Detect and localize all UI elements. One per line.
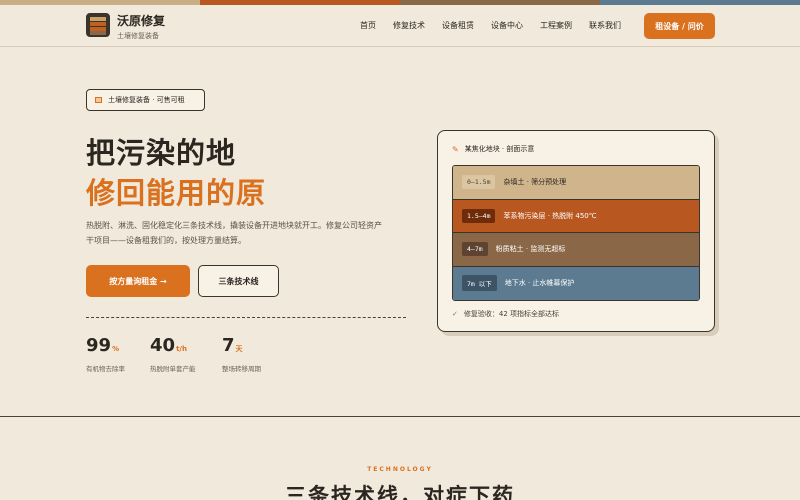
stat-unit: t/h xyxy=(176,345,187,353)
section-divider xyxy=(0,416,800,417)
nav-item-equipment[interactable]: 设备中心 xyxy=(491,20,523,31)
layer-text: 地下水 · 止水帷幕保护 xyxy=(504,279,575,288)
dashed-divider xyxy=(86,317,406,318)
acceptance-note: ✓ 修复验收：42 项指标全部达标 xyxy=(452,309,559,319)
section-title: 三条技术线，对症下药 xyxy=(285,484,515,500)
soil-layer: 7m 以下 地下水 · 止水帷幕保护 xyxy=(453,266,699,300)
badge-icon xyxy=(95,97,102,103)
soil-layer: 0–1.5m 杂填土 · 筛分预处理 xyxy=(453,166,699,200)
soil-layers-icon[interactable] xyxy=(86,13,110,37)
card-title: ✎ 某焦化地块 · 剖面示意 xyxy=(452,144,534,154)
rent-inquiry-button[interactable]: 租设备 / 问价 xyxy=(644,13,715,39)
hero-title-line1: 把污染的地 xyxy=(86,136,237,170)
hero-description: 热脱附、淋洗、固化稳定化三条技术线，撬装设备开进地块就开工。修复公司轻资产干项目… xyxy=(86,221,382,245)
hero-title-line2: 修回能用的原 xyxy=(86,176,267,210)
stat-capacity: 40t/h 热脱附单套产能 xyxy=(150,335,196,373)
soil-profile-card: ✎ 某焦化地块 · 剖面示意 0–1.5m 杂填土 · 筛分预处理 1.5–4m… xyxy=(437,130,715,332)
layer-text: 苯系物污染层 · 热脱附 450℃ xyxy=(503,211,597,220)
hero-badge-text: 土壤修复装备 · 可售可租 xyxy=(108,96,185,104)
check-icon: ✓ xyxy=(452,310,458,318)
stat-label: 整场转移周期 xyxy=(222,365,261,373)
soil-layers: 0–1.5m 杂填土 · 筛分预处理 1.5–4m 苯系物污染层 · 热脱附 4… xyxy=(452,165,700,301)
nav-item-home[interactable]: 首页 xyxy=(360,20,376,31)
stat-removal-rate: 99% 有机物去除率 xyxy=(86,335,125,373)
stat-value: 7 xyxy=(222,335,235,356)
nav-item-contact[interactable]: 联系我们 xyxy=(589,20,621,31)
depth-tag: 4–7m xyxy=(462,242,488,257)
section-eyebrow: TECHNOLOGY xyxy=(367,466,433,473)
soil-layer: 1.5–4m 苯系物污染层 · 热脱附 450℃ xyxy=(453,199,699,233)
main-nav: 首页 修复技术 设备租赁 设备中心 工程案例 联系我们 xyxy=(360,20,638,31)
stat-unit: 天 xyxy=(235,345,243,353)
nav-item-technology[interactable]: 修复技术 xyxy=(393,20,425,31)
nav-item-cases[interactable]: 工程案例 xyxy=(540,20,572,31)
stat-transfer-cycle: 7天 整场转移周期 xyxy=(222,335,261,373)
quote-by-volume-button[interactable]: 按方量询租金 → xyxy=(86,265,190,297)
stat-unit: % xyxy=(112,345,120,353)
acceptance-text: 修复验收：42 项指标全部达标 xyxy=(463,310,560,318)
brand-subtitle: 土壤修复装备 xyxy=(117,32,159,40)
site-header: 沃原修复 土壤修复装备 首页 修复技术 设备租赁 设备中心 工程案例 联系我们 … xyxy=(0,5,800,47)
card-title-text: 某焦化地块 · 剖面示意 xyxy=(464,145,535,153)
depth-tag: 0–1.5m xyxy=(462,175,496,190)
brand-name[interactable]: 沃原修复 xyxy=(117,12,165,29)
stat-label: 有机物去除率 xyxy=(86,365,125,373)
pin-icon: ✎ xyxy=(452,144,459,154)
stat-value: 40 xyxy=(150,335,176,356)
soil-layer: 4–7m 粉质粘土 · 监测无超标 xyxy=(453,233,699,267)
stat-label: 热脱附单套产能 xyxy=(150,365,196,373)
layer-text: 粉质粘土 · 监测无超标 xyxy=(495,245,566,254)
stat-value: 99 xyxy=(86,335,112,356)
nav-item-rental[interactable]: 设备租赁 xyxy=(442,20,474,31)
depth-tag: 1.5–4m xyxy=(462,208,496,223)
tech-lines-button[interactable]: 三条技术线 xyxy=(198,265,279,297)
depth-tag: 7m 以下 xyxy=(462,275,497,292)
hero-badge: 土壤修复装备 · 可售可租 xyxy=(86,89,205,111)
layer-text: 杂填土 · 筛分预处理 xyxy=(503,178,567,187)
